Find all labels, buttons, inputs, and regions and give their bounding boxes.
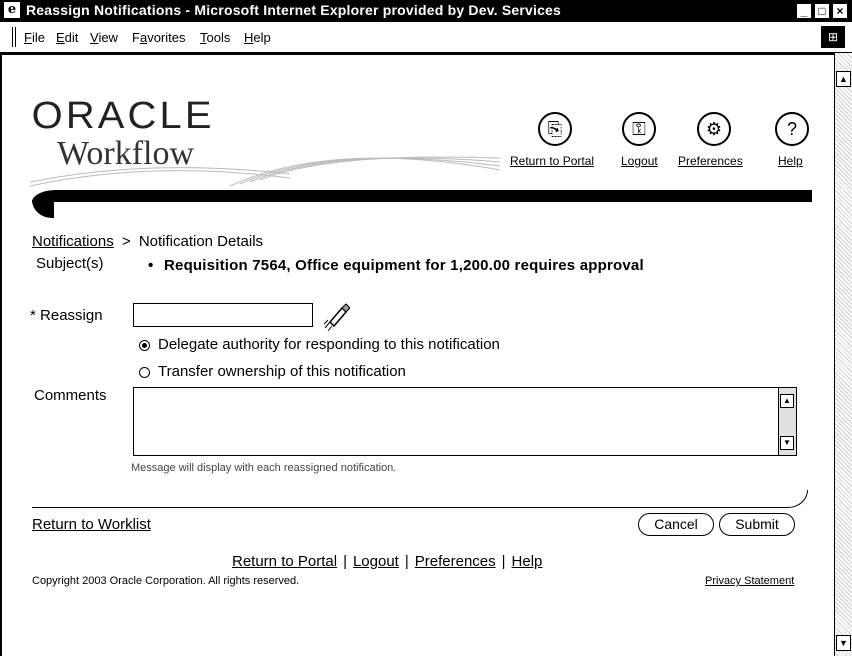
footer-return-to-portal-link[interactable]: Return to Portal [232, 553, 337, 570]
breadcrumb-current: Notification Details [138, 233, 264, 250]
window-title: Reassign Notifications - Microsoft Inter… [26, 2, 562, 18]
transfer-radio-label[interactable]: Transfer ownership of this notification [158, 363, 406, 380]
comments-textarea[interactable]: ▲ ▼ [133, 387, 797, 456]
footer-preferences-link[interactable]: Preferences [415, 553, 496, 570]
menu-edit[interactable]: Edit [56, 30, 78, 45]
menu-tools[interactable]: Tools [200, 30, 230, 45]
content-divider [32, 490, 808, 508]
header-swoosh-graphic [30, 156, 501, 187]
subject-bullet: • [148, 257, 154, 274]
copyright-text: Copyright 2003 Oracle Corporation. All r… [32, 575, 300, 587]
comments-hint: Message will display with each reassigne… [131, 462, 397, 474]
close-button[interactable]: × [832, 3, 848, 19]
logout-link[interactable]: Logout [621, 154, 658, 168]
footer-logout-link[interactable]: Logout [353, 553, 399, 570]
menu-favorites[interactable]: Favorites [132, 30, 185, 45]
reassign-label: * Reassign [30, 307, 103, 324]
subject-label: Subject(s) [36, 255, 104, 272]
breadcrumb-separator: > [121, 233, 131, 250]
footer-help-link[interactable]: Help [512, 553, 543, 570]
oracle-logo: ORACLE [31, 95, 215, 137]
portal-icon[interactable]: ⎘ [538, 112, 572, 146]
menu-file[interactable]: File [24, 30, 45, 45]
submit-button[interactable]: Submit [719, 513, 795, 536]
minimize-button[interactable]: _ [796, 3, 812, 19]
maximize-button[interactable]: □ [814, 3, 830, 19]
footer-links: Return to Portal | Logout | Preferences | Help [232, 553, 543, 570]
toolbar-grip[interactable] [12, 27, 16, 47]
menu-help[interactable]: Help [244, 30, 271, 45]
windows-logo-icon: ⊞ [821, 26, 845, 48]
comments-scroll-down-icon[interactable]: ▼ [780, 436, 794, 450]
scroll-down-icon[interactable]: ▼ [836, 635, 851, 651]
cancel-button[interactable]: Cancel [638, 513, 714, 536]
required-mark: * [30, 307, 36, 324]
logout-icon[interactable]: ⚿ [622, 112, 656, 146]
delegate-radio[interactable] [139, 340, 150, 351]
scroll-up-icon[interactable]: ▲ [836, 71, 851, 87]
subject-value: Requisition 7564, Office equipment for 1… [164, 257, 644, 274]
header-bar [32, 190, 812, 202]
transfer-radio[interactable] [139, 367, 150, 378]
preferences-icon[interactable]: ⚙ [697, 112, 731, 146]
reassign-input[interactable] [133, 303, 313, 327]
comments-scroll-up-icon[interactable]: ▲ [780, 394, 794, 408]
breadcrumb-notifications-link[interactable]: Notifications [32, 233, 114, 250]
return-to-worklist-link[interactable]: Return to Worklist [32, 516, 151, 533]
help-link[interactable]: Help [778, 154, 803, 168]
help-icon[interactable]: ? [775, 112, 809, 146]
flashlight-search-icon[interactable] [322, 302, 350, 332]
delegate-radio-label[interactable]: Delegate authority for responding to thi… [158, 336, 500, 353]
menu-bar: File Edit View Favorites Tools Help ⊞ [0, 22, 852, 53]
comments-scrollbar[interactable]: ▲ ▼ [778, 388, 796, 455]
preferences-link[interactable]: Preferences [678, 154, 743, 168]
comments-label: Comments [34, 387, 107, 404]
menu-view[interactable]: View [90, 30, 118, 45]
vertical-scrollbar[interactable]: ▲ ▼ [834, 53, 852, 656]
ie-logo-icon: e [4, 2, 20, 18]
privacy-statement-link[interactable]: Privacy Statement [705, 575, 794, 587]
window-titlebar: e Reassign Notifications - Microsoft Int… [0, 0, 852, 22]
breadcrumb: Notifications > Notification Details [32, 233, 263, 250]
return-to-portal-link[interactable]: Return to Portal [510, 154, 594, 168]
